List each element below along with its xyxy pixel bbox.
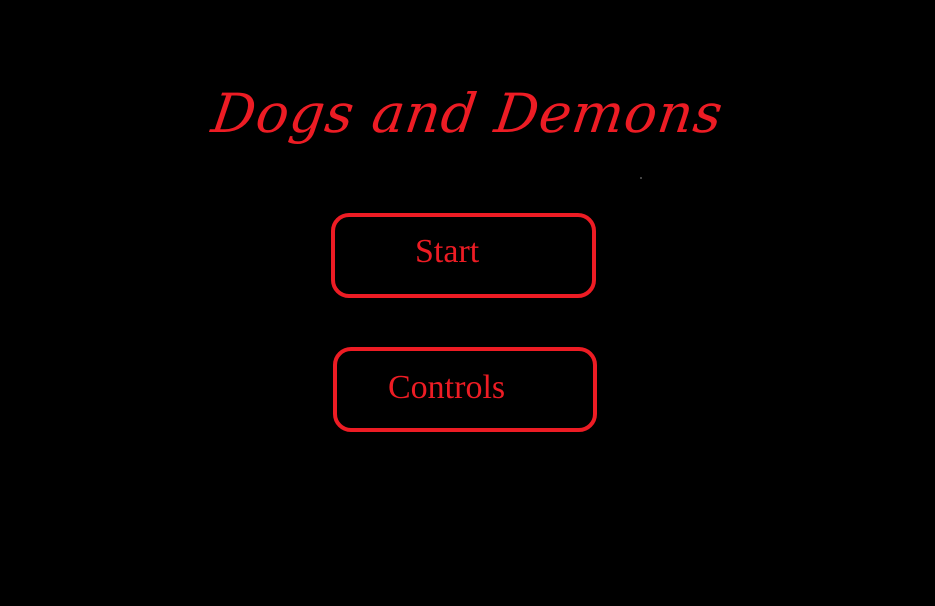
controls-button-label: Controls: [388, 369, 506, 406]
stray-pixel: [640, 177, 642, 179]
start-button-label: Start: [415, 233, 480, 270]
title-screen: Dogs and Demons Start Controls: [0, 0, 935, 606]
controls-button[interactable]: Controls: [333, 347, 597, 432]
start-button[interactable]: Start: [331, 213, 596, 298]
game-title: Dogs and Demons: [207, 82, 728, 145]
